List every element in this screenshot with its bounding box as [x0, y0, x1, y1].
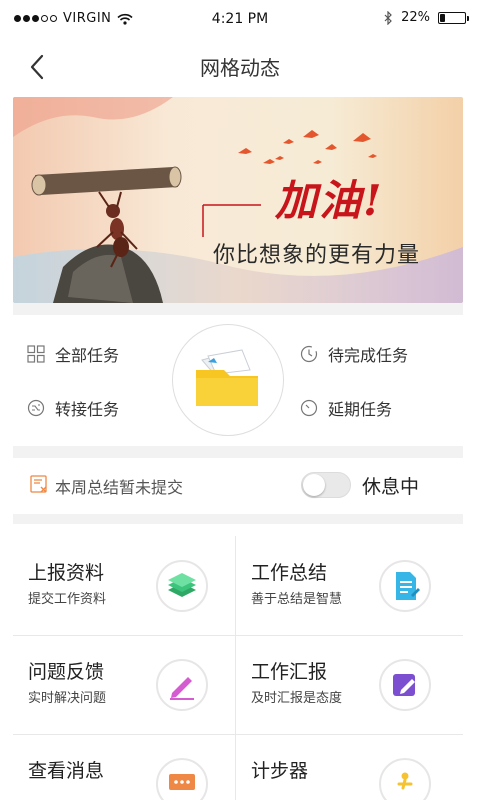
- delayed-tasks-label: 延期任务: [328, 400, 393, 419]
- battery-percent: 22%: [401, 10, 430, 25]
- banner-title: 加油!: [275, 176, 384, 225]
- task-center-button[interactable]: [172, 324, 284, 436]
- item-title: 问题反馈: [28, 661, 105, 683]
- item-subtitle: 善于总结是智慧: [251, 592, 343, 607]
- delayed-tasks-button[interactable]: 延期任务: [300, 396, 392, 420]
- timer-icon: [300, 399, 318, 417]
- item-subtitle: 实时解决问题: [28, 691, 107, 706]
- banner[interactable]: 加油! 你比想象的更有力量: [13, 97, 463, 303]
- message-icon: [156, 758, 208, 800]
- view-messages-item[interactable]: 查看消息: [13, 734, 235, 800]
- shuffle-icon: [27, 399, 45, 417]
- item-title: 工作汇报: [251, 661, 328, 683]
- status-right: 22%: [384, 10, 469, 25]
- feature-grid: 上报资料 提交工作资料 工作总结 善于总结是智慧 问题反馈 实时解决问题 工作汇…: [13, 536, 463, 800]
- summary-notice[interactable]: 本周总结暂未提交: [55, 474, 183, 498]
- pen-icon: [156, 659, 208, 711]
- banner-illustration: [13, 97, 463, 303]
- toggle-knob: [303, 474, 325, 496]
- section-divider: [13, 514, 463, 524]
- task-panel: 全部任务 转接任务 待完成任务 延期任务: [13, 316, 463, 446]
- pedometer-item[interactable]: 计步器: [236, 734, 458, 800]
- walker-icon: [379, 758, 431, 800]
- section-divider: [13, 303, 463, 315]
- summary-warning-icon: [30, 475, 47, 493]
- item-title: 工作总结: [251, 562, 328, 584]
- item-subtitle: 及时汇报是态度: [251, 691, 343, 706]
- section-divider: [13, 446, 463, 458]
- page-title: 网格动态: [200, 56, 280, 80]
- rest-toggle[interactable]: [301, 472, 351, 498]
- work-summary-item[interactable]: 工作总结 善于总结是智慧: [236, 536, 458, 636]
- item-title: 查看消息: [28, 760, 105, 782]
- summary-row: 本周总结暂未提交 休息中: [13, 460, 463, 510]
- status-bar: VIRGIN 4:21 PM 22%: [0, 0, 480, 38]
- document-icon: [379, 560, 431, 612]
- all-tasks-button[interactable]: 全部任务: [27, 342, 119, 366]
- pending-tasks-label: 待完成任务: [328, 346, 409, 365]
- upload-data-item[interactable]: 上报资料 提交工作资料: [13, 536, 235, 636]
- grid-icon: [27, 345, 45, 363]
- item-title: 计步器: [251, 760, 309, 782]
- battery-icon: [438, 11, 469, 24]
- status-label: 休息中: [362, 476, 420, 498]
- issue-feedback-item[interactable]: 问题反馈 实时解决问题: [13, 635, 235, 735]
- pending-tasks-button[interactable]: 待完成任务: [300, 342, 408, 366]
- transferred-tasks-label: 转接任务: [55, 400, 120, 419]
- clock-icon: [300, 345, 318, 363]
- bluetooth-icon: [384, 10, 392, 25]
- banner-subtitle: 你比想象的更有力量: [213, 243, 421, 268]
- all-tasks-label: 全部任务: [55, 346, 120, 365]
- nav-bar: 网格动态: [0, 38, 480, 94]
- transferred-tasks-button[interactable]: 转接任务: [27, 396, 119, 420]
- folder-icon: [196, 349, 258, 406]
- edit-icon: [379, 659, 431, 711]
- item-subtitle: 提交工作资料: [28, 592, 107, 607]
- layers-icon: [156, 560, 208, 612]
- item-title: 上报资料: [28, 562, 105, 584]
- work-report-item[interactable]: 工作汇报 及时汇报是态度: [236, 635, 458, 735]
